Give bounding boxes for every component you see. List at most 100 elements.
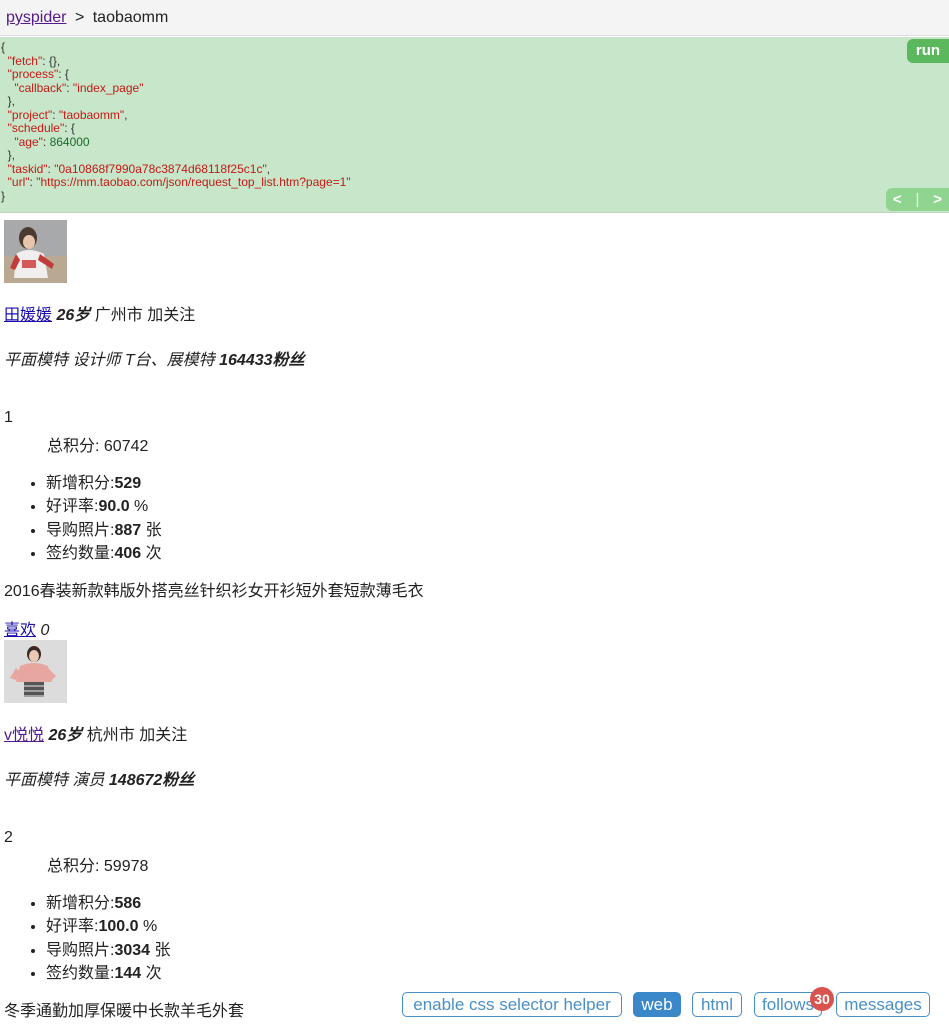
model-city: 广州市 <box>94 307 143 324</box>
json-string-token: "fetch" <box>7 53 43 68</box>
model-age: 26岁 <box>56 307 91 324</box>
json-punctuation-token: }, <box>1 148 16 162</box>
model-stats-list: 新增积分:529 好评率:90.0 % 导购照片:887 张 签约数量:406 … <box>4 472 944 565</box>
stat-label: 签约数量: <box>46 965 115 983</box>
result-web-view: 田媛媛 26岁 广州市 加关注 平面模特 设计师 T台、展模特 164433粉丝… <box>4 220 944 1021</box>
json-string-token: "https://mm.taobao.com/json/request_top_… <box>36 175 351 189</box>
stat-value: 90.0 <box>98 498 130 516</box>
css-selector-helper-button[interactable]: enable css selector helper <box>402 992 622 1017</box>
breadcrumb-separator: > <box>74 9 85 26</box>
follows-count-badge: 30 <box>810 987 834 1011</box>
json-punctuation-token <box>1 175 8 189</box>
model-tags: 平面模特 演员 <box>4 772 105 790</box>
prev-task-button[interactable]: < <box>893 191 902 208</box>
json-punctuation-token <box>1 81 14 95</box>
task-pager: < | > <box>886 188 949 211</box>
json-punctuation-token: : <box>52 107 59 122</box>
stat-item: 签约数量:144 次 <box>46 962 944 985</box>
model-tags-line: 平面模特 演员 148672粉丝 <box>4 766 944 790</box>
like-line: 喜欢 0 <box>4 616 944 640</box>
task-json-viewer: { "fetch": {}, "process": { "callback": … <box>0 37 949 203</box>
stat-value: 586 <box>114 895 142 913</box>
pager-separator: | <box>915 191 920 208</box>
stat-item: 导购照片:3034 张 <box>46 939 944 962</box>
breadcrumb: pyspider > taobaomm <box>0 0 949 36</box>
model-tags-line: 平面模特 设计师 T台、展模特 164433粉丝 <box>4 346 944 370</box>
stat-unit: 张 <box>141 521 162 539</box>
model-photo-image <box>4 640 67 704</box>
stat-label: 签约数量: <box>46 544 115 562</box>
bottom-toolbar: enable css selector helper web html foll… <box>0 987 949 1020</box>
json-punctuation-token: : {}, <box>42 53 61 68</box>
json-punctuation-token: { <box>1 40 6 54</box>
like-count: 0 <box>40 622 50 640</box>
run-button[interactable]: run <box>907 39 949 63</box>
stat-item: 新增积分:586 <box>46 892 944 915</box>
stat-value: 100.0 <box>98 918 139 936</box>
model-fans: 148672粉丝 <box>108 772 195 790</box>
json-string-token: "taobaomm" <box>58 107 125 122</box>
json-string-token: "age" <box>14 134 43 149</box>
model-city: 杭州市 <box>86 727 135 745</box>
json-string-token: "taskid" <box>7 161 48 176</box>
model-fans: 164433粉丝 <box>219 352 305 369</box>
stat-value: 144 <box>114 965 142 983</box>
json-string-token: "project" <box>7 107 53 122</box>
like-link[interactable]: 喜欢 <box>4 622 36 639</box>
model-name-line: 田媛媛 26岁 广州市 加关注 <box>4 301 944 325</box>
item-title: 2016春装新款韩版外搭亮丝针织衫女开衫短外套短款薄毛衣 <box>4 583 424 601</box>
stat-item: 新增积分:529 <box>46 472 944 495</box>
json-punctuation-token: : <box>42 134 50 149</box>
web-tab-button[interactable]: web <box>633 992 681 1017</box>
stat-label: 新增积分: <box>46 475 115 492</box>
stat-unit: 次 <box>141 544 162 562</box>
json-string-token: "process" <box>7 67 59 81</box>
model-photo-image <box>4 220 67 283</box>
stat-label: 导购照片: <box>46 941 115 959</box>
model-entry: 田媛媛 26岁 广州市 加关注 平面模特 设计师 T台、展模特 164433粉丝… <box>4 220 944 640</box>
json-punctuation-token: , <box>124 107 128 122</box>
stat-item: 导购照片:887 张 <box>46 519 944 542</box>
json-string-token: "0a10868f7990a78c3874d68118f25c1c" <box>54 161 267 176</box>
stat-label: 好评率: <box>46 918 99 936</box>
stat-unit: 张 <box>150 941 171 959</box>
model-follow: 加关注 <box>147 307 196 324</box>
json-punctuation-token <box>1 121 8 135</box>
next-task-button[interactable]: > <box>933 191 942 208</box>
json-punctuation-token <box>1 54 8 68</box>
breadcrumb-root-link[interactable]: pyspider <box>6 9 66 26</box>
model-photo[interactable] <box>4 640 67 704</box>
json-string-token: "index_page" <box>72 80 144 95</box>
model-stats-list: 新增积分:586 好评率:100.0 % 导购照片:3034 张 签约数量:14… <box>4 892 944 985</box>
json-punctuation-token: : { <box>64 121 75 135</box>
json-string-token: "schedule" <box>7 121 65 135</box>
json-punctuation-token <box>1 108 8 122</box>
stat-item: 好评率:90.0 % <box>46 495 944 518</box>
model-rank: 2 <box>4 829 13 847</box>
model-name-line: v悦悦 26岁 杭州市 加关注 <box>4 721 944 745</box>
model-follow: 加关注 <box>139 727 188 745</box>
model-name-link[interactable]: v悦悦 <box>4 727 44 744</box>
stat-value: 406 <box>114 544 142 562</box>
model-photo[interactable] <box>4 220 67 283</box>
model-tags: 平面模特 设计师 T台、展模特 <box>4 352 215 369</box>
stat-value: 529 <box>114 475 142 492</box>
messages-tab-button[interactable]: messages <box>836 992 930 1017</box>
stat-label: 好评率: <box>46 498 99 516</box>
stat-value: 887 <box>114 521 142 539</box>
json-punctuation-token <box>1 135 14 149</box>
model-entry: v悦悦 26岁 杭州市 加关注 平面模特 演员 148672粉丝 2 总积分: … <box>4 640 944 1021</box>
stat-item: 签约数量:406 次 <box>46 542 944 565</box>
model-total-score: 总积分: 59978 <box>47 858 149 876</box>
json-punctuation-token: , <box>266 161 271 176</box>
model-total-score: 总积分: 60742 <box>47 438 149 455</box>
html-tab-button[interactable]: html <box>692 992 742 1017</box>
model-name-link[interactable]: 田媛媛 <box>4 307 52 324</box>
task-panel: { "fetch": {}, "process": { "callback": … <box>0 37 949 213</box>
json-number-token: 864000 <box>49 134 90 149</box>
json-punctuation-token <box>1 162 8 176</box>
stat-unit: % <box>129 498 149 516</box>
stat-unit: % <box>138 918 158 936</box>
stat-label: 导购照片: <box>46 521 115 539</box>
stat-label: 新增积分: <box>46 895 115 913</box>
